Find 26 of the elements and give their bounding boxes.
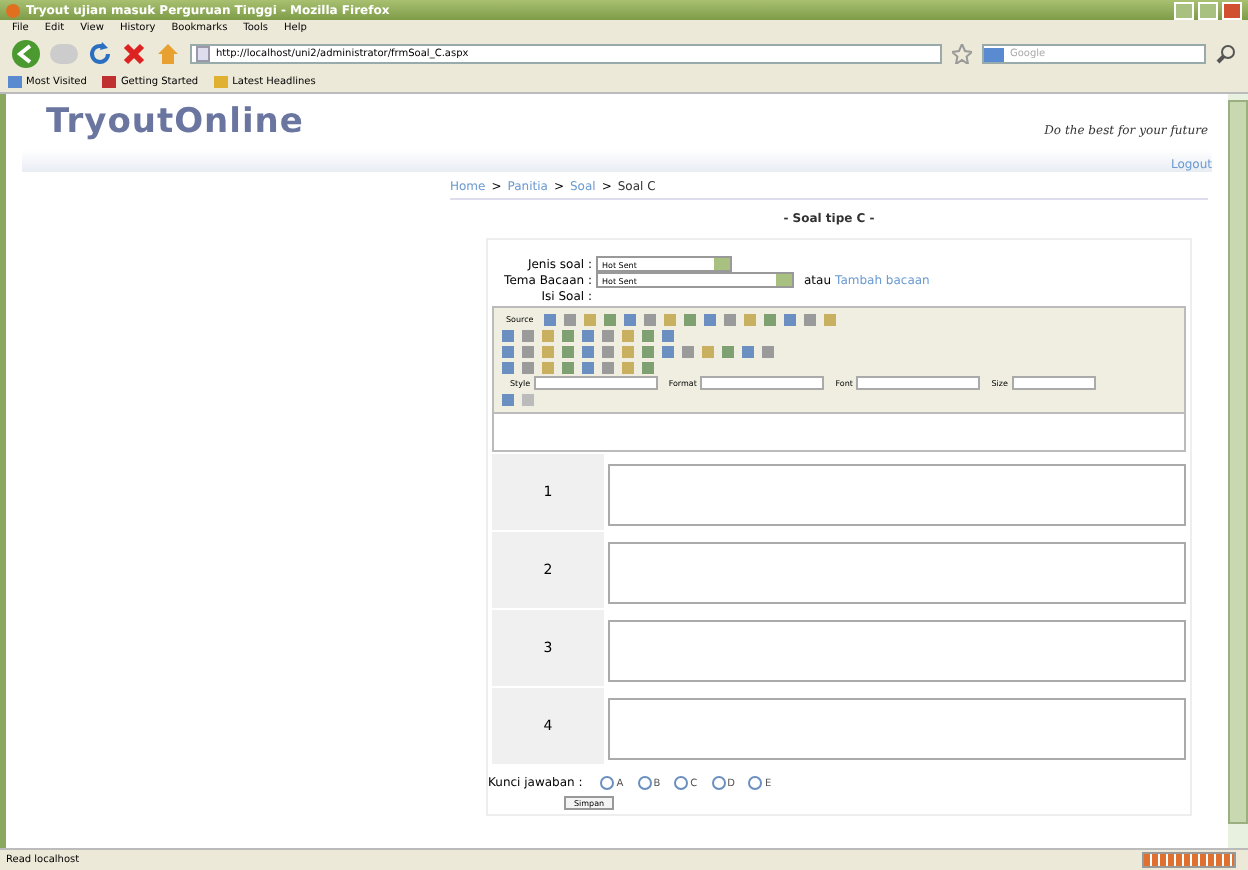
minimize-button[interactable] [1174, 1, 1194, 19]
size-dropdown[interactable] [1011, 376, 1096, 391]
page-icon [196, 46, 210, 62]
forward-button[interactable] [50, 44, 78, 64]
back-button[interactable] [12, 40, 40, 68]
progress-indicator [1142, 852, 1236, 868]
answer-field[interactable] [608, 698, 1186, 760]
star-icon[interactable] [952, 44, 972, 64]
home-icon[interactable] [156, 42, 180, 66]
stop-icon[interactable] [122, 42, 146, 66]
scrollbar[interactable] [1228, 94, 1248, 848]
maximize-button[interactable] [1198, 1, 1218, 19]
style-dropdown[interactable] [534, 376, 659, 391]
close-button[interactable] [1222, 1, 1242, 19]
answer-field[interactable] [608, 620, 1186, 682]
help-button[interactable] [522, 393, 534, 406]
format-dropdown[interactable] [700, 376, 825, 391]
firefox-icon [6, 3, 20, 17]
site-logo: TryoutOnline [46, 102, 304, 142]
editor-area[interactable] [494, 412, 1184, 450]
answer-field[interactable] [608, 542, 1186, 604]
search-icon[interactable] [1216, 44, 1236, 64]
font-dropdown[interactable] [856, 376, 981, 391]
answer-field[interactable] [608, 464, 1186, 526]
toolbar-button[interactable] [502, 393, 514, 406]
reload-icon[interactable] [88, 42, 112, 66]
